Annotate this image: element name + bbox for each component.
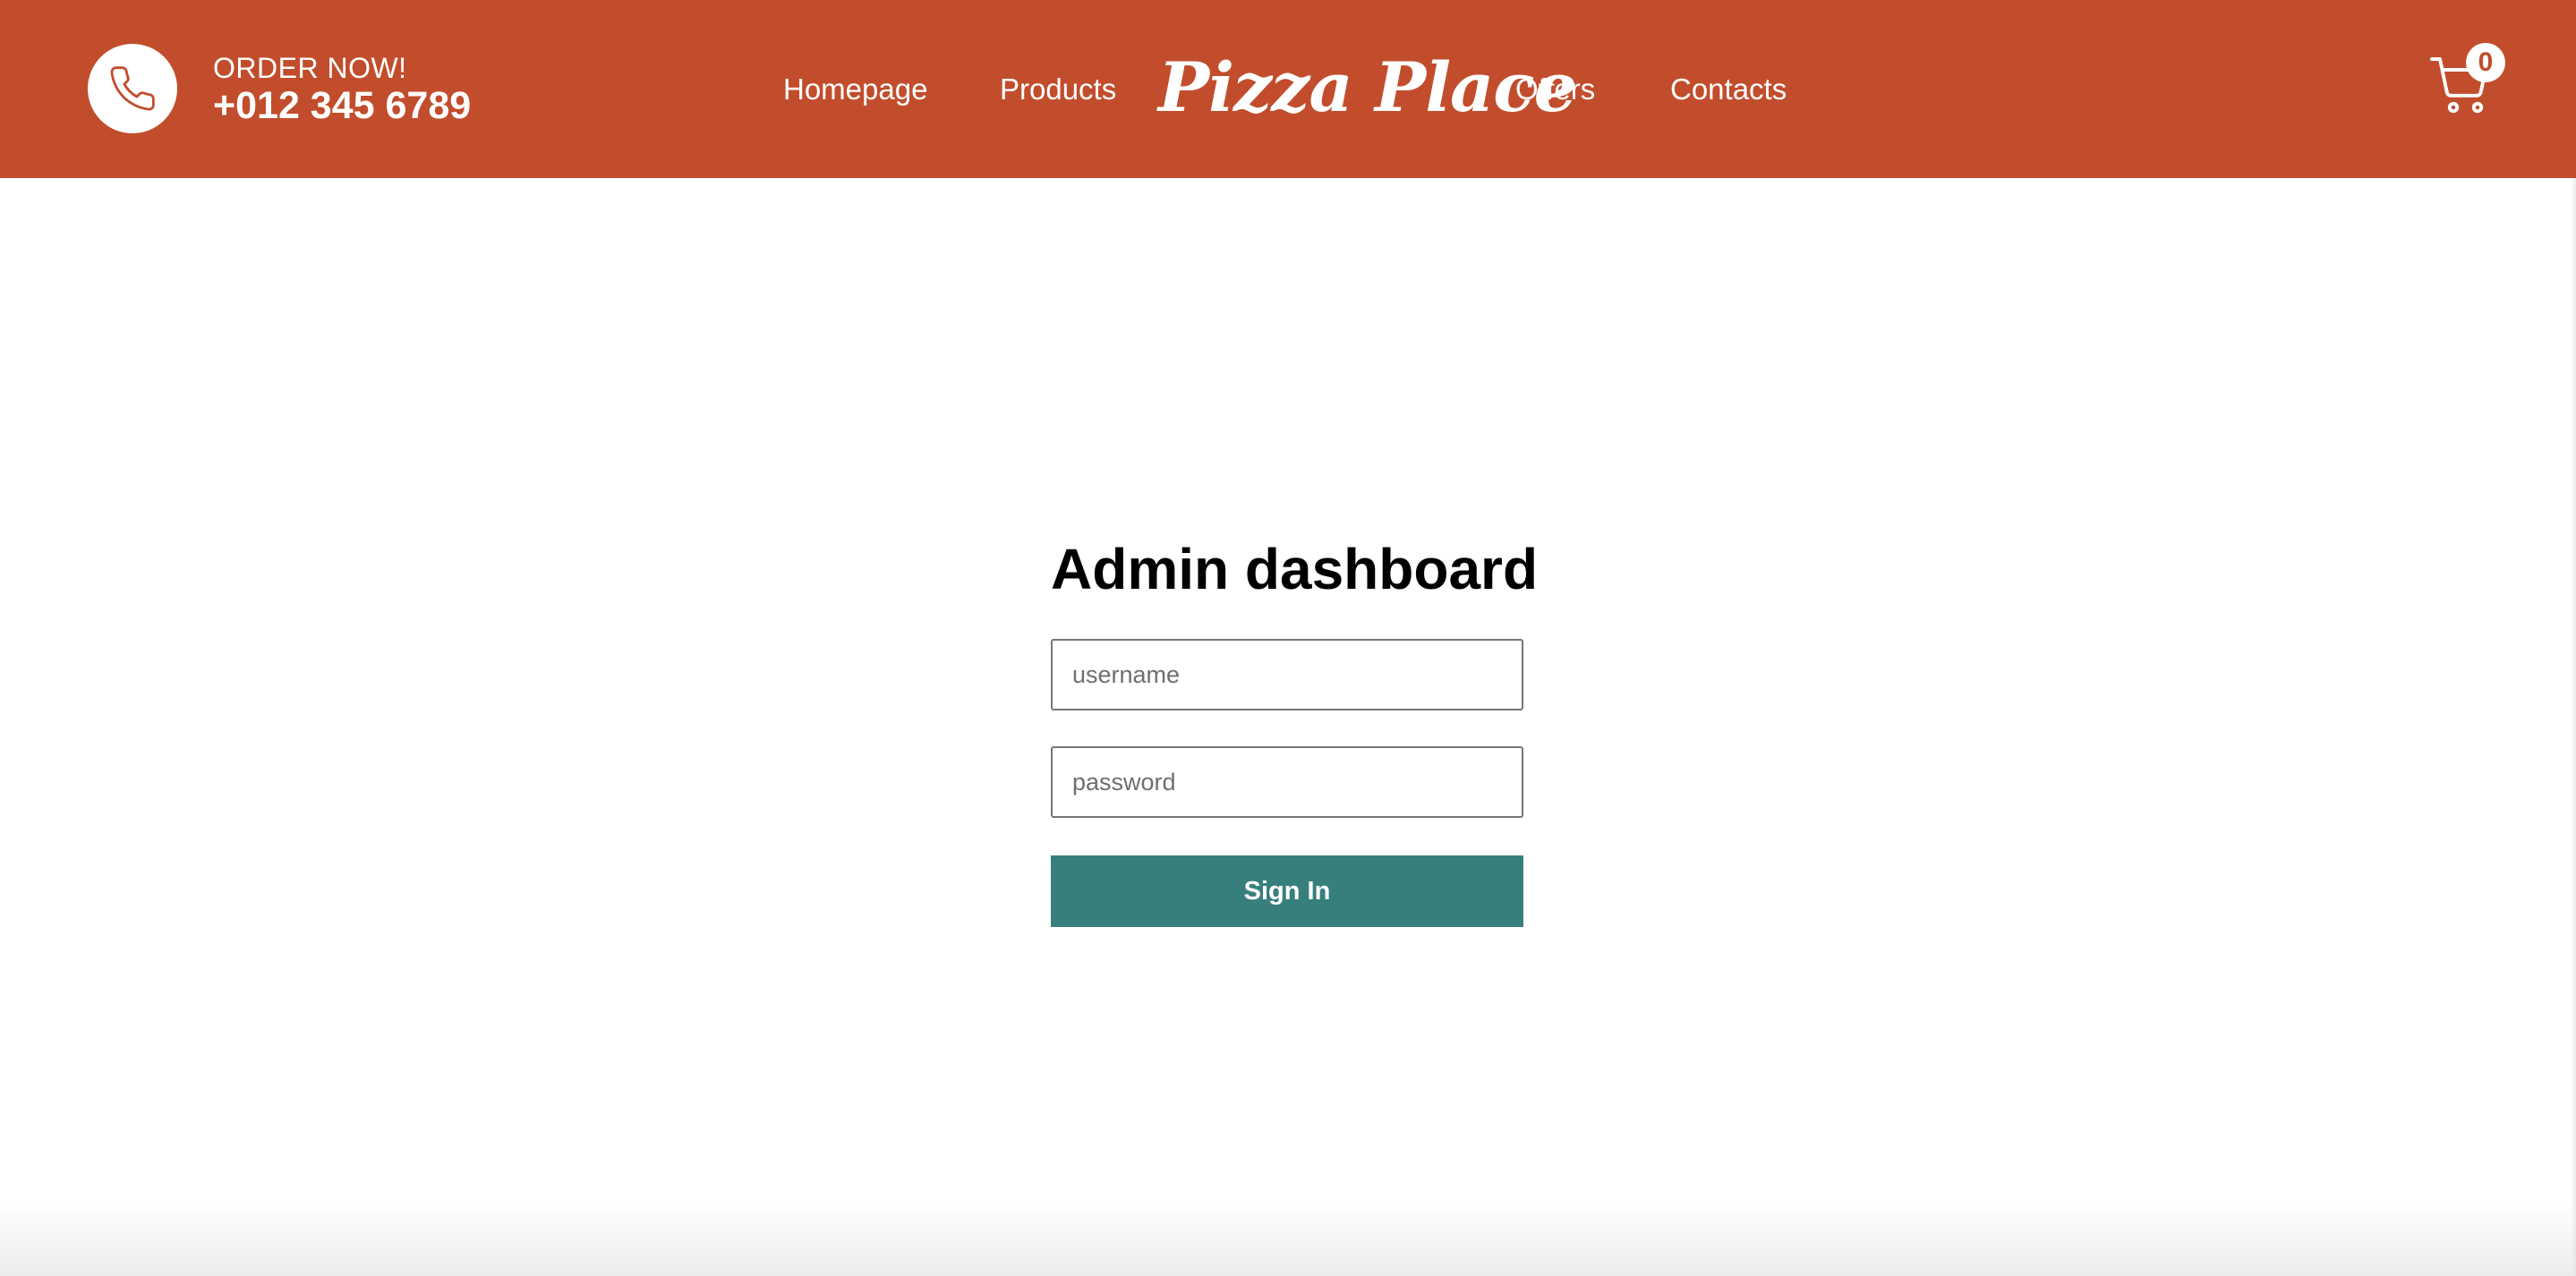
nav-link-products[interactable]: Products	[1000, 72, 1116, 107]
nav-link-offers[interactable]: Offers	[1515, 72, 1595, 107]
username-input[interactable]	[1051, 639, 1523, 710]
cart-count-badge: 0	[2466, 43, 2505, 82]
site-logo[interactable]: Pizza Place	[1158, 47, 1577, 129]
sign-in-button[interactable]: Sign In	[1051, 855, 1523, 927]
order-phone-number: +012 345 6789	[213, 84, 472, 127]
page: ORDER NOW! +012 345 6789 Homepage Produc…	[0, 0, 2576, 1276]
nav-link-homepage[interactable]: Homepage	[783, 72, 927, 107]
phone-icon	[110, 66, 155, 111]
page-title: Admin dashboard	[1051, 537, 1539, 601]
order-now-label: ORDER NOW!	[213, 52, 407, 84]
bottom-shadow	[0, 1204, 2576, 1276]
call-button[interactable]	[88, 44, 177, 133]
password-input[interactable]	[1051, 746, 1523, 818]
top-navbar: ORDER NOW! +012 345 6789 Homepage Produc…	[0, 0, 2576, 178]
admin-login-form: Admin dashboard Sign In	[1051, 535, 1539, 927]
right-edge-shadow	[2571, 178, 2576, 1276]
order-now-block: ORDER NOW! +012 345 6789	[213, 52, 471, 127]
nav-link-contacts[interactable]: Contacts	[1670, 72, 1787, 107]
